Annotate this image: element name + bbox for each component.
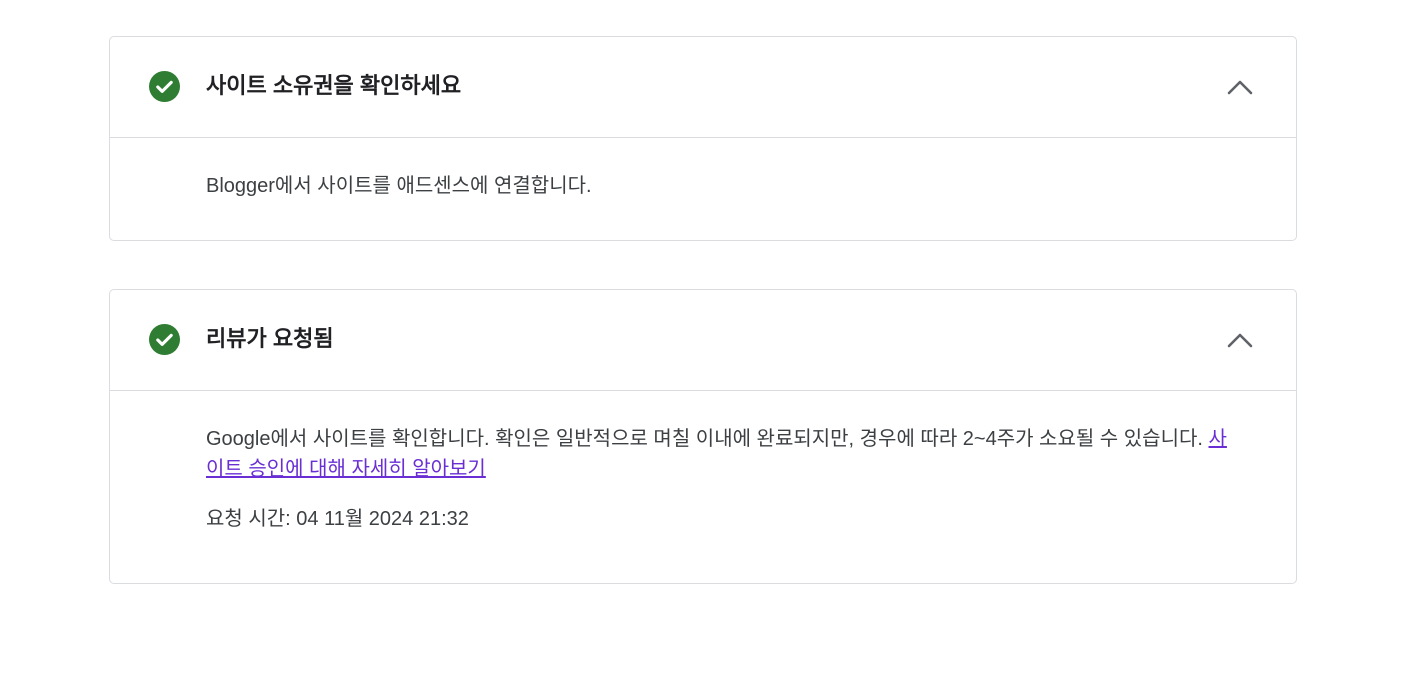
- collapse-button[interactable]: [1224, 71, 1256, 103]
- check-circle-icon: [149, 71, 180, 102]
- collapse-button[interactable]: [1224, 324, 1256, 356]
- verify-ownership-header[interactable]: 사이트 소유권을 확인하세요: [110, 37, 1296, 138]
- check-circle-icon: [149, 324, 180, 355]
- verify-ownership-card: 사이트 소유권을 확인하세요 Blogger에서 사이트를 애드센스에 연결합니…: [109, 36, 1297, 241]
- requested-time: 04 11월 2024 21:32: [296, 508, 469, 530]
- chevron-up-icon: [1226, 78, 1254, 96]
- review-requested-header[interactable]: 리뷰가 요청됨: [110, 290, 1296, 391]
- requested-time-line: 요청 시간: 04 11월 2024 21:32: [206, 504, 1240, 534]
- card-title: 사이트 소유권을 확인하세요: [206, 73, 462, 98]
- review-requested-card: 리뷰가 요청됨 Google에서 사이트를 확인합니다. 확인은 일반적으로 며…: [109, 289, 1297, 584]
- card-body: Google에서 사이트를 확인합니다. 확인은 일반적으로 며칠 이내에 완료…: [206, 424, 1240, 534]
- card-description: Blogger에서 사이트를 애드센스에 연결합니다.: [206, 175, 592, 197]
- card-title: 리뷰가 요청됨: [206, 326, 334, 351]
- review-description: Google에서 사이트를 확인합니다. 확인은 일반적으로 며칠 이내에 완료…: [206, 428, 1203, 450]
- card-body: Blogger에서 사이트를 애드센스에 연결합니다.: [206, 171, 1240, 201]
- chevron-up-icon: [1226, 331, 1254, 349]
- requested-label: 요청 시간:: [206, 508, 291, 530]
- card-description: Google에서 사이트를 확인합니다. 확인은 일반적으로 며칠 이내에 완료…: [206, 424, 1240, 484]
